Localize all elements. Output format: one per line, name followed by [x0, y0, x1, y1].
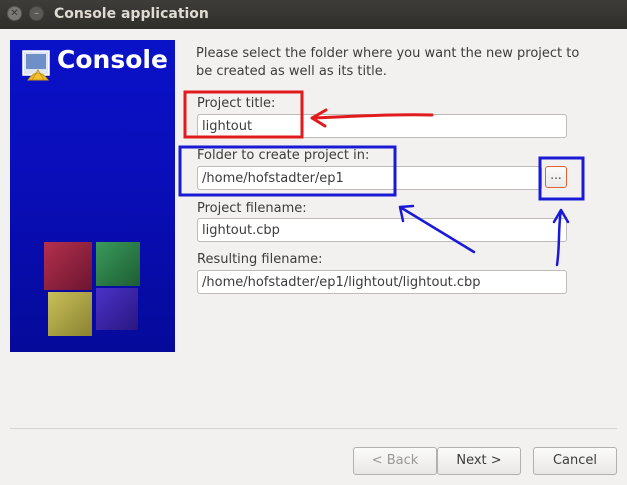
project-filename-label: Project filename: — [197, 201, 307, 216]
project-filename-input[interactable]: lightout.cbp — [197, 218, 567, 242]
resulting-filename-input: /home/hofstadter/ep1/lightout/lightout.c… — [197, 270, 567, 294]
folder-input[interactable]: /home/hofstadter/ep1 — [197, 166, 542, 190]
footer-separator — [10, 428, 617, 429]
back-button[interactable]: < Back — [353, 447, 437, 475]
wizard-banner: Console — [10, 40, 175, 352]
project-title-label: Project title: — [197, 96, 276, 111]
title-bar: ✕ – Console application — [0, 0, 627, 29]
intro-text: Please select the folder where you want … — [196, 46, 580, 79]
banner-title: Console — [57, 45, 168, 74]
next-button[interactable]: Next > — [437, 447, 521, 475]
cancel-button[interactable]: Cancel — [533, 447, 617, 475]
window-title: Console application — [54, 6, 209, 22]
resulting-filename-label: Resulting filename: — [197, 252, 323, 267]
project-title-input[interactable]: lightout — [197, 114, 567, 138]
cubes-logo-icon — [44, 242, 140, 336]
folder-label: Folder to create project in: — [197, 148, 370, 163]
close-button[interactable]: ✕ — [7, 6, 22, 21]
minimize-button[interactable]: – — [29, 6, 44, 21]
codeblocks-logo-icon — [22, 50, 50, 81]
browse-folder-button[interactable]: ... — [545, 166, 567, 188]
